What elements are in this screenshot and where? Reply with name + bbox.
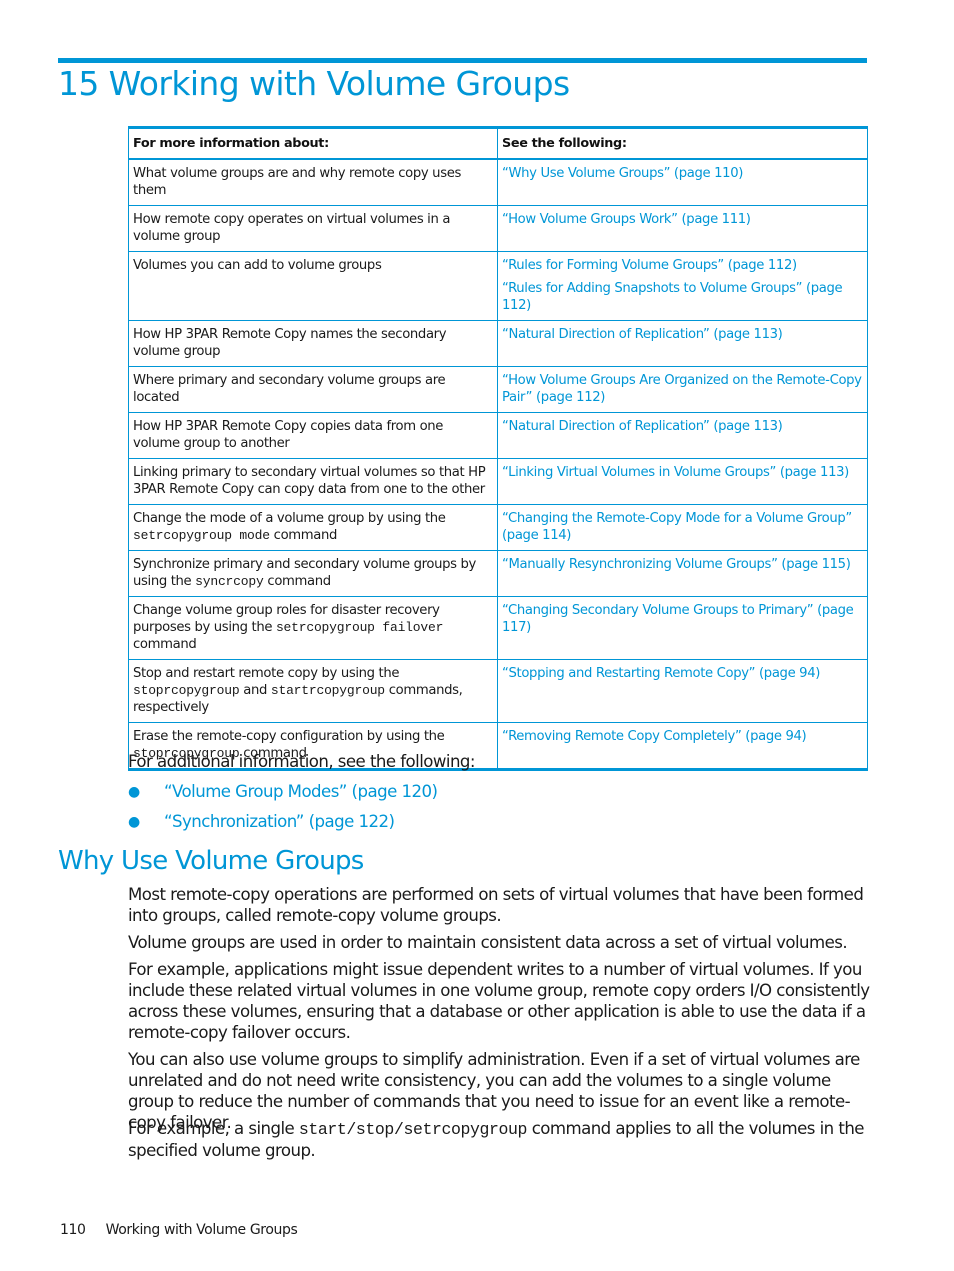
reference-cell: “Why Use Volume Groups” (page 110) (497, 159, 868, 206)
table-row: Stop and restart remote copy by using th… (128, 659, 868, 723)
table-row: How HP 3PAR Remote Copy names the second… (128, 320, 868, 367)
topic-text: Erase the remote-copy configuration by u… (133, 729, 445, 744)
section-title: Why Use Volume Groups (58, 846, 364, 876)
topic-cell: Where primary and secondary volume group… (128, 366, 498, 413)
topic-cell: How HP 3PAR Remote Copy copies data from… (128, 412, 498, 459)
reference-cell: “Natural Direction of Replication” (page… (497, 320, 868, 367)
cross-reference-link[interactable]: “Changing the Remote-Copy Mode for a Vol… (502, 510, 863, 544)
table-row: Linking primary to secondary virtual vol… (128, 458, 868, 505)
topic-cell: How HP 3PAR Remote Copy names the second… (128, 320, 498, 367)
table-header-topic: For more information about: (128, 127, 498, 160)
topic-text: command (269, 528, 338, 543)
reference-cell: “Manually Resynchronizing Volume Groups”… (497, 550, 868, 597)
topic-text: command (263, 574, 331, 589)
cross-reference-link[interactable]: “Rules for Adding Snapshots to Volume Gr… (502, 280, 863, 314)
topic-cell: Volumes you can add to volume groups (128, 251, 498, 321)
table-header-row: For more information about: See the foll… (128, 127, 868, 160)
topic-cell: Change volume group roles for disaster r… (128, 596, 498, 660)
reference-cell: “How Volume Groups Work” (page 111) (497, 205, 868, 252)
page-number: 110 (60, 1222, 86, 1238)
table-row: Change the mode of a volume group by usi… (128, 504, 868, 551)
list-item: ● “Synchronization” (page 122) (128, 810, 437, 840)
cross-reference-link[interactable]: “How Volume Groups Work” (page 111) (502, 211, 863, 228)
topic-text: Stop and restart remote copy by using th… (133, 666, 400, 681)
topic-text: How HP 3PAR Remote Copy copies data from… (133, 419, 444, 451)
cross-reference-link[interactable]: “Stopping and Restarting Remote Copy” (p… (502, 665, 863, 682)
body-paragraph: For example, a single start/stop/setrcop… (128, 1118, 873, 1161)
reference-cell: “How Volume Groups Are Organized on the … (497, 366, 868, 413)
table-row: How HP 3PAR Remote Copy copies data from… (128, 412, 868, 459)
table-row: Where primary and secondary volume group… (128, 366, 868, 413)
table-row: What volume groups are and why remote co… (128, 159, 868, 206)
additional-link-synchronization[interactable]: “Synchronization” (page 122) (164, 812, 395, 831)
table-row: Change volume group roles for disaster r… (128, 596, 868, 660)
table-row: Synchronize primary and secondary volume… (128, 550, 868, 597)
table-row: How remote copy operates on virtual volu… (128, 205, 868, 252)
cross-reference-link[interactable]: “Natural Direction of Replication” (page… (502, 326, 863, 343)
topic-cell: Synchronize primary and secondary volume… (128, 550, 498, 597)
command-text: syncrcopy (195, 574, 264, 589)
topic-cell: Stop and restart remote copy by using th… (128, 659, 498, 723)
chapter-title: 15 Working with Volume Groups (58, 64, 570, 103)
cross-reference-link[interactable]: “Removing Remote Copy Completely” (page … (502, 728, 863, 745)
command-text: setrcopygroup mode (133, 528, 270, 543)
additional-info-intro: For additional information, see the foll… (128, 752, 476, 771)
table-header-reference: See the following: (497, 127, 868, 160)
topic-cell: Linking primary to secondary virtual vol… (128, 458, 498, 505)
bullet-icon: ● (128, 814, 140, 830)
topic-cell: How remote copy operates on virtual volu… (128, 205, 498, 252)
additional-links-list: ● “Volume Group Modes” (page 120) ● “Syn… (128, 780, 438, 840)
paragraph-text: Volume groups are used in order to maint… (128, 933, 848, 952)
topic-text: and (239, 683, 271, 698)
topic-text: Volumes you can add to volume groups (133, 258, 382, 273)
table-row: Volumes you can add to volume groups “Ru… (128, 251, 868, 321)
topic-cell: Change the mode of a volume group by usi… (128, 504, 498, 551)
cross-reference-link[interactable]: “How Volume Groups Are Organized on the … (502, 372, 863, 406)
cross-reference-link[interactable]: “Natural Direction of Replication” (page… (502, 418, 863, 435)
bullet-icon: ● (128, 784, 140, 800)
topic-text: Change the mode of a volume group by usi… (133, 511, 446, 526)
reference-cell: “Rules for Forming Volume Groups” (page … (497, 251, 868, 321)
paragraph-text: For example, applications might issue de… (128, 960, 870, 1042)
command-text: stoprcopygroup (133, 683, 240, 698)
topic-text: command (133, 637, 197, 652)
cross-reference-link[interactable]: “Why Use Volume Groups” (page 110) (502, 165, 863, 182)
running-title: Working with Volume Groups (105, 1222, 298, 1238)
command-text: start/stop/setrcopygroup (298, 1120, 527, 1139)
paragraph-text: Most remote-copy operations are performe… (128, 885, 864, 925)
command-text: setrcopygroup failover (275, 620, 444, 635)
list-item: ● “Volume Group Modes” (page 120) (128, 780, 438, 810)
reference-cell: “Linking Virtual Volumes in Volume Group… (497, 458, 868, 505)
topic-text: How remote copy operates on virtual volu… (133, 212, 451, 244)
reference-cell: “Stopping and Restarting Remote Copy” (p… (497, 659, 868, 723)
page-footer: 110 Working with Volume Groups (60, 1222, 298, 1238)
chapter-top-rule (58, 58, 867, 63)
body-paragraph: Most remote-copy operations are performe… (128, 884, 873, 926)
command-text: startrcopygroup (270, 683, 385, 698)
cross-reference-link[interactable]: “Rules for Forming Volume Groups” (page … (502, 257, 863, 274)
topic-text: Where primary and secondary volume group… (133, 373, 446, 405)
body-paragraph: For example, applications might issue de… (128, 959, 873, 1043)
topic-text: Linking primary to secondary virtual vol… (133, 465, 486, 497)
cross-reference-table: For more information about: See the foll… (128, 126, 868, 771)
reference-cell: “Changing Secondary Volume Groups to Pri… (497, 596, 868, 660)
reference-cell: “Natural Direction of Replication” (page… (497, 412, 868, 459)
paragraph-text: For example, a single (128, 1119, 299, 1138)
body-paragraph: Volume groups are used in order to maint… (128, 932, 873, 953)
cross-reference-link[interactable]: “Changing Secondary Volume Groups to Pri… (502, 602, 863, 636)
cross-reference-link[interactable]: “Linking Virtual Volumes in Volume Group… (502, 464, 863, 481)
reference-cell: “Changing the Remote-Copy Mode for a Vol… (497, 504, 868, 551)
topic-cell: What volume groups are and why remote co… (128, 159, 498, 206)
additional-link-volume-group-modes[interactable]: “Volume Group Modes” (page 120) (164, 782, 438, 801)
topic-text: How HP 3PAR Remote Copy names the second… (133, 327, 447, 359)
topic-text: What volume groups are and why remote co… (133, 166, 461, 198)
cross-reference-link[interactable]: “Manually Resynchronizing Volume Groups”… (502, 556, 863, 573)
